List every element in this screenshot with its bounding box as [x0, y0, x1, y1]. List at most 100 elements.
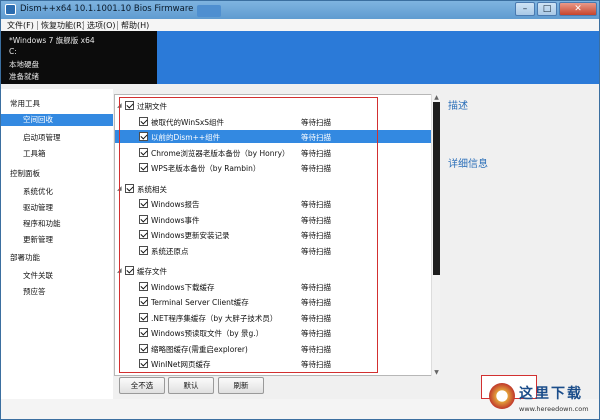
checkbox[interactable]: [139, 230, 148, 239]
tree-item[interactable]: Terminal Server Client缓存 等待扫描: [115, 295, 431, 308]
info-accent-band: [157, 31, 599, 84]
tree-item-label: 被取代的WinSxS组件: [151, 117, 225, 127]
tree-item-status: 等待扫描: [301, 215, 331, 225]
sidebar: 常用工具 空间回收 启动项管理 工具箱 控制面板 系统优化 驱动管理 程序和功能…: [1, 89, 113, 399]
tree-item[interactable]: 缩略图缓存(需重启explorer) 等待扫描: [115, 342, 431, 355]
close-button[interactable]: ✕: [559, 2, 597, 16]
refresh-button[interactable]: 刷新: [218, 377, 264, 394]
tree-scrollbar[interactable]: ▲ ▼: [431, 94, 440, 376]
sidebar-item-startup[interactable]: 启动项管理: [23, 132, 61, 143]
checkbox[interactable]: [125, 266, 134, 275]
sidebar-item-space-recovery[interactable]: 空间回收: [1, 114, 113, 126]
sidebar-item-system-optimize[interactable]: 系统优化: [23, 186, 53, 197]
tree-item-label: WPS老版本备份（by Rambin）: [151, 164, 261, 173]
checkbox[interactable]: [139, 245, 148, 255]
disk-label: 本地硬盘: [9, 60, 39, 69]
tree-item[interactable]: Windows更新安装记录 等待扫描: [115, 228, 431, 241]
checkbox[interactable]: [139, 214, 148, 224]
watermark-url: www.hereedown.com: [519, 405, 589, 413]
title-bar[interactable]: Dism++x64 10.1.1001.10 Bios Firmware – □…: [1, 1, 599, 19]
checkbox[interactable]: [125, 101, 134, 110]
tree-item[interactable]: Windows报告 等待扫描: [115, 197, 431, 210]
sidebar-item-file-association[interactable]: 文件关联: [23, 270, 53, 281]
checkbox[interactable]: [139, 312, 148, 322]
expand-caret-icon[interactable]: ◢: [117, 267, 122, 274]
tree-item-label: Windows下载缓存: [151, 282, 215, 292]
tree-item-label: .NET程序集缓存（by 大胖子技术员）: [151, 313, 278, 323]
tree-item-status: 等待扫描: [301, 344, 331, 354]
menu-restore[interactable]: 恢复功能(R): [41, 20, 85, 31]
tree-item-label: Windows事件: [151, 215, 200, 225]
tree-item-status: 等待扫描: [301, 231, 331, 240]
checkbox[interactable]: [139, 343, 148, 353]
minimize-button[interactable]: –: [515, 2, 535, 16]
tree-item[interactable]: Windows下载缓存 等待扫描: [115, 280, 431, 293]
tree-item-status: 等待扫描: [301, 164, 331, 173]
tree-item[interactable]: 被取代的WinSxS组件 等待扫描: [115, 115, 431, 128]
tree-item-label: 过期文件: [137, 102, 167, 111]
menu-separator: [117, 21, 118, 30]
tree-item-label: Windows报告: [151, 200, 200, 209]
title-highlight: [197, 5, 221, 17]
menu-bar: 文件(F) 恢复功能(R) 选项(O) 帮助(H): [1, 19, 599, 31]
sidebar-item-programs[interactable]: 程序和功能: [23, 218, 61, 229]
tree-item[interactable]: WinINet网页缓存 等待扫描: [115, 357, 431, 370]
tree-item-label: 缩略图缓存(需重启explorer): [151, 344, 248, 354]
image-info-panel[interactable]: *Windows 7 旗舰版 x64 C: 本地硬盘 准备就绪: [1, 31, 599, 84]
maximize-button[interactable]: □: [537, 2, 557, 16]
select-none-button[interactable]: 全不选: [119, 377, 165, 394]
tree-item[interactable]: .NET程序集缓存（by 大胖子技术员） 等待扫描: [115, 311, 431, 324]
sidebar-item-toolbox[interactable]: 工具箱: [23, 148, 46, 159]
tree-item-label: WinINet网页缓存: [151, 360, 211, 369]
tree-group[interactable]: ◢ 缓存文件: [115, 264, 431, 277]
tree-item[interactable]: Chrome浏览器老版本备份（by Honry） 等待扫描: [115, 146, 431, 159]
tree-item-status: 等待扫描: [301, 313, 331, 323]
window-title: Dism++x64 10.1.1001.10 Bios Firmware: [20, 4, 194, 14]
sidebar-item-answer-file[interactable]: 预应答: [23, 286, 46, 297]
checkbox[interactable]: [139, 147, 148, 157]
watermark-logo-icon: [489, 383, 515, 409]
menu-separator: [37, 21, 38, 30]
tree-item-status: 等待扫描: [301, 298, 331, 307]
menu-help[interactable]: 帮助(H): [121, 20, 149, 31]
tree-item-label: 缓存文件: [137, 267, 167, 276]
tree-item[interactable]: 系统还原点 等待扫描: [115, 244, 431, 257]
tree-item[interactable]: WPS老版本备份（by Rambin） 等待扫描: [115, 161, 431, 174]
tree-item[interactable]: Windows预读取文件（by 景g.） 等待扫描: [115, 326, 431, 339]
sidebar-item-update-manager[interactable]: 更新管理: [23, 234, 53, 245]
detail-panel: 描述 详细信息: [442, 89, 599, 389]
expand-caret-icon[interactable]: ◢: [117, 185, 122, 192]
sidebar-category-deployment: 部署功能: [10, 253, 40, 262]
default-button[interactable]: 默认: [168, 377, 214, 394]
checkbox[interactable]: [139, 132, 148, 141]
details-heading: 详细信息: [448, 159, 488, 170]
menu-options[interactable]: 选项(O): [87, 20, 116, 31]
checkbox[interactable]: [139, 163, 148, 172]
os-label: *Windows 7 旗舰版 x64: [9, 36, 95, 45]
scroll-up-icon[interactable]: ▲: [433, 94, 440, 101]
checkbox[interactable]: [139, 199, 148, 208]
checkbox[interactable]: [139, 297, 148, 306]
checkbox[interactable]: [139, 116, 148, 126]
tree-group[interactable]: ◢ 过期文件: [115, 99, 431, 112]
menu-separator: [83, 21, 84, 30]
checkbox[interactable]: [125, 183, 134, 193]
checkbox[interactable]: [139, 281, 148, 291]
tree-item-label: 系统相关: [137, 184, 167, 194]
tree-group[interactable]: ◢ 系统相关: [115, 182, 431, 195]
expand-caret-icon[interactable]: ◢: [117, 102, 122, 109]
scroll-thumb[interactable]: [433, 102, 440, 275]
tree-item-status: 等待扫描: [301, 282, 331, 292]
scroll-down-icon[interactable]: ▼: [433, 369, 440, 376]
menu-file[interactable]: 文件(F): [7, 20, 34, 31]
description-heading: 描述: [448, 101, 468, 112]
tree-item[interactable]: Windows事件 等待扫描: [115, 213, 431, 226]
watermark-text: 这里下载: [519, 386, 583, 402]
sidebar-item-driver-manager[interactable]: 驱动管理: [23, 202, 53, 213]
cleanup-tree-list[interactable]: ◢ 过期文件 被取代的WinSxS组件 等待扫描 以前的Dism++组件 等待扫描 Chro…: [114, 94, 432, 376]
sidebar-category-control-panel: 控制面板: [10, 169, 40, 178]
status-label: 准备就绪: [9, 72, 39, 81]
checkbox[interactable]: [139, 359, 148, 368]
tree-item[interactable]: 以前的Dism++组件 等待扫描: [115, 130, 431, 143]
checkbox[interactable]: [139, 328, 148, 337]
